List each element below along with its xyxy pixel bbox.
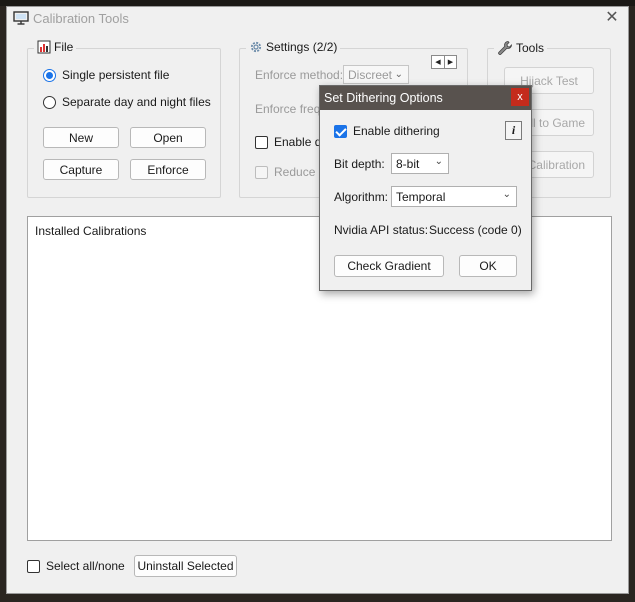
next-page-icon[interactable]: ▶ [444, 56, 456, 68]
gear-icon [250, 41, 262, 53]
info-icon[interactable]: i [505, 121, 522, 140]
check-gradient-button[interactable]: Check Gradient [334, 255, 444, 277]
chevron-down-icon: ⌄ [394, 69, 403, 80]
settings-group-legend: Settings (2/2) [246, 40, 341, 54]
dialog-title-bar: Set Dithering Options x [320, 86, 531, 110]
chart-file-icon [37, 40, 51, 54]
settings-pager: ◀ ▶ [431, 55, 457, 69]
main-window: Calibration Tools ✕ File Single persiste… [6, 6, 629, 594]
radio-separate-files[interactable]: Separate day and night files [43, 95, 211, 109]
api-status-value: Success (code 0) [429, 223, 522, 237]
bit-depth-label: Bit depth: [334, 157, 385, 171]
enforce-method-select[interactable]: Discreet ⌄ [343, 65, 409, 84]
window-title: Calibration Tools [33, 11, 129, 26]
tools-group-title: Tools [516, 41, 545, 55]
capture-button[interactable]: Capture [43, 159, 119, 180]
dialog-title: Set Dithering Options [324, 91, 443, 105]
select-all-row[interactable]: Select all/none [27, 559, 125, 573]
enforce-button[interactable]: Enforce [130, 159, 206, 180]
enable-dithering-row[interactable]: Enable dithering [334, 124, 440, 138]
wrench-icon [498, 41, 512, 55]
radio-selected-icon[interactable] [43, 68, 56, 82]
dialog-close-icon[interactable]: x [511, 88, 529, 106]
radio-single-label: Single persistent file [62, 68, 170, 82]
tools-group-legend: Tools [494, 40, 548, 56]
reduce-checkbox[interactable] [255, 165, 268, 179]
bit-depth-value: 8-bit [396, 156, 420, 171]
file-group-legend: File [34, 40, 77, 54]
uninstall-selected-button[interactable]: Uninstall Selected [134, 555, 237, 577]
open-button[interactable]: Open [130, 127, 206, 148]
radio-single-persistent[interactable]: Single persistent file [43, 68, 169, 82]
radio-separate-label: Separate day and night files [62, 95, 211, 109]
monitor-icon [13, 11, 29, 25]
enable-dithering-label: Enable dithering [353, 124, 440, 138]
prev-page-icon[interactable]: ◀ [432, 56, 444, 68]
chevron-down-icon: ⌄ [502, 189, 511, 200]
file-group-title: File [54, 40, 74, 54]
new-button[interactable]: New [43, 127, 119, 148]
bit-depth-select[interactable]: 8-bit ⌄ [391, 153, 449, 174]
algorithm-label: Algorithm: [334, 190, 389, 204]
enforce-method-value: Discreet [348, 67, 393, 82]
enable-dith-checkbox[interactable] [255, 135, 268, 149]
chevron-down-icon: ⌄ [434, 156, 443, 167]
select-all-label: Select all/none [46, 559, 125, 573]
list-header: Installed Calibrations [35, 224, 147, 238]
close-icon[interactable]: ✕ [604, 9, 620, 27]
select-all-checkbox[interactable] [27, 559, 40, 573]
ok-button[interactable]: OK [459, 255, 517, 277]
radio-unselected-icon[interactable] [43, 95, 56, 109]
enable-dithering-checkbox[interactable] [334, 124, 347, 138]
enforce-method-label: Enforce method: [255, 68, 344, 82]
api-status-label: Nvidia API status: [334, 223, 429, 237]
dithering-dialog: Set Dithering Options x Enable dithering… [319, 85, 532, 291]
settings-group-title: Settings (2/2) [266, 40, 338, 54]
algorithm-select[interactable]: Temporal ⌄ [391, 186, 517, 207]
enforce-frequency-label: Enforce frequ [255, 102, 328, 116]
title-bar: Calibration Tools ✕ [7, 7, 628, 31]
algorithm-value: Temporal [396, 189, 446, 204]
